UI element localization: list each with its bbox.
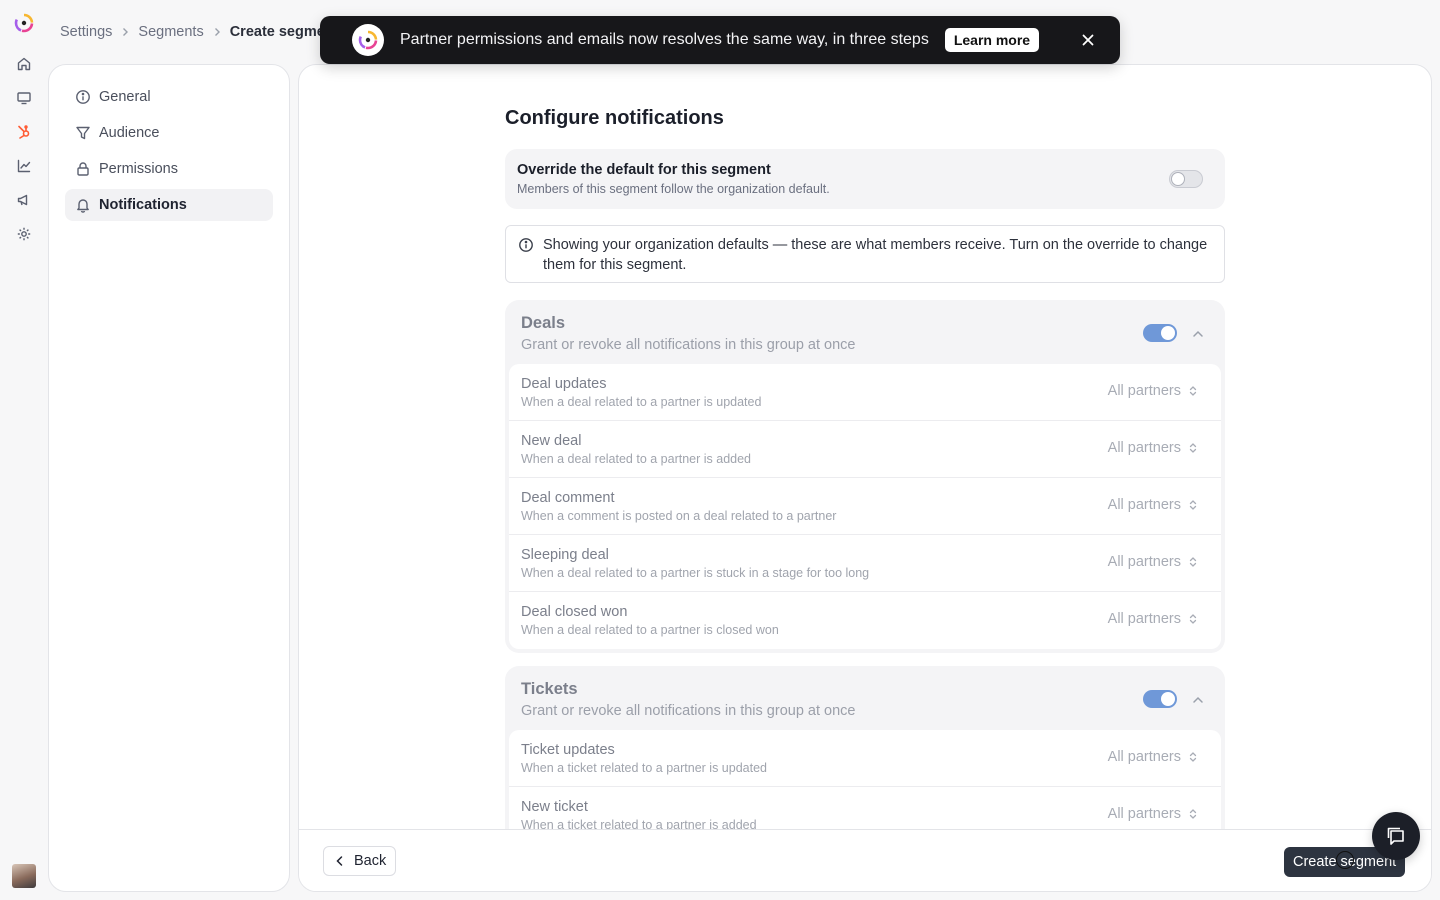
nav-item-label: General <box>99 89 151 105</box>
chevron-up-down-icon <box>1187 808 1199 820</box>
breadcrumb-settings[interactable]: Settings <box>60 24 112 40</box>
toast-message: Partner permissions and emails now resol… <box>400 31 929 48</box>
hubspot-icon[interactable] <box>16 124 32 140</box>
info-text: Showing your organization defaults — the… <box>543 237 1208 273</box>
nav-item-notifications[interactable]: Notifications <box>65 189 273 221</box>
row-subtitle: When a deal related to a partner is clos… <box>521 623 779 637</box>
chart-icon[interactable] <box>16 158 32 174</box>
chevron-left-icon <box>334 855 346 867</box>
chevron-up-down-icon <box>1187 385 1199 397</box>
notification-row: Deal updates When a deal related to a pa… <box>509 364 1221 421</box>
row-title: Deal comment <box>521 490 615 506</box>
page-title: Configure notifications <box>505 107 724 129</box>
nav-item-general[interactable]: General <box>65 81 273 113</box>
back-button[interactable]: Back <box>323 846 397 876</box>
mouse-cursor <box>1336 851 1354 869</box>
chevron-up-icon[interactable] <box>1191 327 1205 341</box>
row-title: Ticket updates <box>521 742 615 758</box>
group-tickets-toggle[interactable] <box>1143 690 1177 708</box>
group-subtitle: Grant or revoke all notifications in thi… <box>521 337 856 353</box>
audience-select[interactable]: All partners <box>1108 749 1199 765</box>
lock-icon <box>75 161 91 177</box>
group-deals: Deals Grant or revoke all notifications … <box>505 300 1225 653</box>
override-title: Override the default for this segment <box>517 162 771 178</box>
group-rows: Ticket updates When a ticket related to … <box>509 730 1221 844</box>
row-subtitle: When a deal related to a partner is stuc… <box>521 566 870 580</box>
group-tickets: Tickets Grant or revoke all notification… <box>505 666 1225 848</box>
row-subtitle: When a comment is posted on a deal relat… <box>521 509 837 523</box>
home-icon[interactable] <box>16 56 32 72</box>
row-title: New deal <box>521 433 582 449</box>
learn-more-button[interactable]: Learn more <box>944 28 1040 52</box>
notification-row: Deal closed won When a deal related to a… <box>509 592 1221 649</box>
breadcrumb: Settings Segments Create segment <box>60 22 339 42</box>
group-title: Deals <box>521 314 566 332</box>
main-panel: Configure notifications Override the def… <box>298 64 1432 892</box>
override-toggle[interactable] <box>1169 170 1203 188</box>
row-subtitle: When a deal related to a partner is adde… <box>521 452 752 466</box>
row-subtitle: When a ticket related to a partner is up… <box>521 761 767 775</box>
chevron-up-down-icon <box>1187 442 1199 454</box>
row-title: Deal updates <box>521 376 607 392</box>
chevron-right-icon <box>120 27 130 37</box>
bell-icon <box>75 197 91 213</box>
settings-gear-icon[interactable] <box>16 226 32 242</box>
info-icon <box>518 237 534 253</box>
chevron-up-down-icon <box>1187 556 1199 568</box>
group-header: Tickets Grant or revoke all notification… <box>509 670 1221 730</box>
notification-row: Ticket updates When a ticket related to … <box>509 730 1221 787</box>
group-deals-toggle[interactable] <box>1143 324 1177 342</box>
announcement-toast: Partner permissions and emails now resol… <box>320 16 1120 64</box>
close-icon[interactable] <box>1080 32 1096 48</box>
nav-item-label: Notifications <box>99 197 187 213</box>
info-icon <box>75 89 91 105</box>
chevron-up-down-icon <box>1187 499 1199 511</box>
monitor-icon[interactable] <box>16 90 32 106</box>
notification-row: Deal comment When a comment is posted on… <box>509 478 1221 535</box>
audience-select[interactable]: All partners <box>1108 806 1199 822</box>
override-card: Override the default for this segment Me… <box>505 149 1225 209</box>
app-logo[interactable] <box>13 12 35 34</box>
breadcrumb-segments[interactable]: Segments <box>138 24 203 40</box>
row-title: Sleeping deal <box>521 547 609 563</box>
audience-select[interactable]: All partners <box>1108 497 1199 513</box>
back-button-label: Back <box>354 853 387 869</box>
user-avatar[interactable] <box>12 864 36 888</box>
override-subtitle: Members of this segment follow the organ… <box>517 182 830 196</box>
nav-item-label: Audience <box>99 125 160 141</box>
form-footer: Back Create segment <box>299 829 1431 891</box>
audience-select[interactable]: All partners <box>1108 554 1199 570</box>
nav-item-label: Permissions <box>99 161 178 177</box>
group-title: Tickets <box>521 680 578 698</box>
group-header: Deals Grant or revoke all notifications … <box>509 304 1221 364</box>
chevron-up-icon[interactable] <box>1191 693 1205 707</box>
toast-logo-icon <box>352 24 384 56</box>
notification-row: New deal When a deal related to a partne… <box>509 421 1221 478</box>
settings-nav: General Audience Permissions Notificatio… <box>48 64 290 892</box>
row-title: Deal closed won <box>521 604 628 620</box>
audience-select[interactable]: All partners <box>1108 611 1199 627</box>
nav-item-audience[interactable]: Audience <box>65 117 273 149</box>
app-rail <box>0 0 48 900</box>
info-banner: Showing your organization defaults — the… <box>505 225 1225 283</box>
nav-item-permissions[interactable]: Permissions <box>65 153 273 185</box>
row-subtitle: When a deal related to a partner is upda… <box>521 395 762 409</box>
group-rows: Deal updates When a deal related to a pa… <box>509 364 1221 649</box>
chevron-up-down-icon <box>1187 613 1199 625</box>
chevron-right-icon <box>212 27 222 37</box>
notification-row: Sleeping deal When a deal related to a p… <box>509 535 1221 592</box>
megaphone-icon[interactable] <box>16 192 32 208</box>
filter-icon <box>75 125 91 141</box>
chat-icon <box>1387 827 1404 845</box>
group-subtitle: Grant or revoke all notifications in thi… <box>521 703 856 719</box>
chat-launcher-button[interactable] <box>1372 812 1420 860</box>
row-title: New ticket <box>521 799 588 815</box>
audience-select[interactable]: All partners <box>1108 440 1199 456</box>
chevron-up-down-icon <box>1187 751 1199 763</box>
audience-select[interactable]: All partners <box>1108 383 1199 399</box>
